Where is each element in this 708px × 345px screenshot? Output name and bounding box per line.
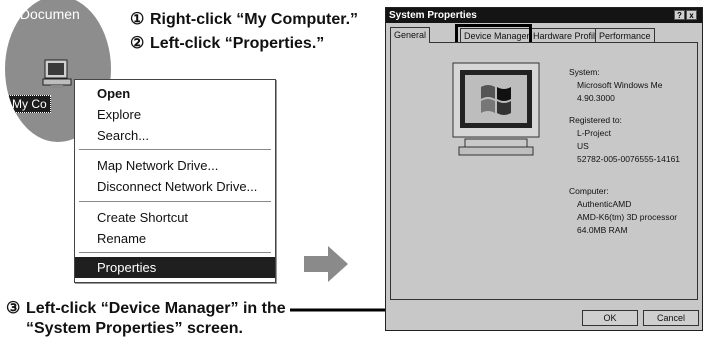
close-button[interactable]: x bbox=[686, 10, 697, 20]
dialog-titlebar: System Properties bbox=[386, 8, 702, 23]
ok-button[interactable]: OK bbox=[582, 310, 638, 326]
registered-name: L-Project bbox=[577, 128, 612, 138]
system-label: System: bbox=[569, 67, 600, 77]
product-id: 52782-005-0076555-14161 bbox=[577, 154, 681, 164]
system-version: 4.90.3000 bbox=[577, 93, 615, 103]
cpu-model: AMD-K6(tm) 3D processor bbox=[577, 212, 678, 222]
ram-size: 64.0MB RAM bbox=[577, 225, 628, 235]
general-tab-panel: System: Microsoft Windows Me 4.90.3000 R… bbox=[390, 42, 698, 300]
computer-label: Computer: bbox=[569, 186, 609, 196]
registered-label: Registered to: bbox=[569, 115, 622, 125]
windows-logo-icon bbox=[452, 62, 540, 156]
system-properties-dialog: System Properties ? x General Device Man… bbox=[385, 7, 703, 331]
help-button[interactable]: ? bbox=[674, 10, 685, 20]
tab-performance[interactable]: Performance bbox=[595, 28, 655, 43]
dialog-title: System Properties bbox=[389, 10, 477, 21]
cpu-vendor: AuthenticAMD bbox=[577, 199, 632, 209]
registered-region: US bbox=[577, 141, 589, 151]
tab-general[interactable]: General bbox=[390, 27, 431, 43]
system-os: Microsoft Windows Me bbox=[577, 80, 663, 90]
cancel-button[interactable]: Cancel bbox=[643, 310, 699, 326]
